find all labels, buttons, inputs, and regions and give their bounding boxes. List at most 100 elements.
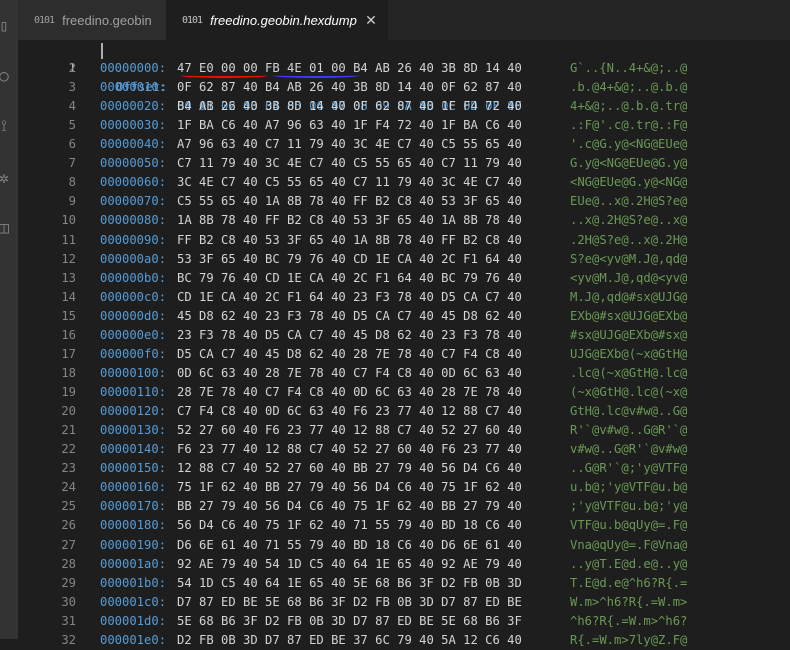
offset-address: 000000a0: bbox=[100, 251, 167, 266]
offset-address: 00000130: bbox=[100, 423, 167, 438]
line-number: 11 bbox=[61, 232, 76, 247]
tab-freedino-geobin-hexdump[interactable]: 0101 freedino.geobin.hexdump ✕ bbox=[166, 0, 388, 40]
hex-row: 24 00000160: 75 1F 62 40 BB 27 79 40 56 D4… bbox=[18, 478, 790, 497]
ascii-text: W.m>^h6?R{.=W.m> bbox=[570, 594, 688, 609]
offset-address: 00000040: bbox=[100, 137, 167, 152]
explorer-icon[interactable]: ▯ bbox=[0, 16, 14, 36]
offset-address: 00000140: bbox=[100, 442, 167, 457]
binary-file-icon: 0101 bbox=[34, 14, 55, 26]
line-number: 19 bbox=[61, 385, 76, 400]
line-number: 8 bbox=[68, 175, 76, 190]
search-icon[interactable]: ○ bbox=[0, 66, 14, 86]
ascii-text: ..x@.2H@S?e@..x@ bbox=[570, 213, 688, 228]
hex-row: 12 000000a0: 53 3F 65 40 BC 79 76 40 CD 1E… bbox=[18, 250, 790, 269]
offset-address: 000001b0: bbox=[100, 575, 167, 590]
line-number: 2 bbox=[68, 61, 76, 75]
hex-bytes: A7 96 63 40 C7 11 79 40 3C 4E C7 40 C5 5… bbox=[177, 137, 522, 152]
extensions-icon[interactable]: ◫ bbox=[0, 218, 14, 238]
ascii-text: G.y@<NG@EUe@G.y@ bbox=[570, 156, 688, 171]
hex-row: 9 00000070: C5 55 65 40 1A 8B 78 40 FF B2 … bbox=[18, 192, 790, 211]
ascii-text: #sx@UJG@EXb@#sx@ bbox=[570, 327, 688, 342]
ascii-text: R'`@v#w@..G@R'`@ bbox=[570, 423, 688, 438]
offset-address: 00000050: bbox=[100, 156, 167, 171]
line-number: 5 bbox=[68, 118, 76, 133]
offset-address: 000000d0: bbox=[100, 308, 167, 323]
line-number: 14 bbox=[61, 289, 76, 304]
offset-address: 000001a0: bbox=[100, 556, 167, 571]
hex-row: 28 000001a0: 92 AE 79 40 54 1D C5 40 64 1E… bbox=[18, 555, 790, 574]
hex-row: 25 00000170: BB 27 79 40 56 D4 C6 40 75 1F… bbox=[18, 497, 790, 516]
tab-freedino-geobin[interactable]: 0101 freedino.geobin bbox=[18, 0, 166, 40]
offset-address: 00000010: bbox=[100, 80, 167, 95]
hex-bytes: 92 AE 79 40 54 1D C5 40 64 1E 65 40 92 A… bbox=[177, 556, 522, 571]
ascii-text: '.c@G.y@<NG@EUe@ bbox=[570, 137, 688, 152]
offset-address: 00000080: bbox=[100, 213, 167, 228]
ascii-text: S?e@<yv@M.J@,qd@ bbox=[570, 251, 688, 266]
hex-row: 4 00000020: B4 AB 26 40 3B 8D 14 40 0F 62 … bbox=[18, 97, 790, 116]
ascii-text: .:F@'.c@.tr@.:F@ bbox=[570, 118, 688, 133]
hex-bytes: CD 1E CA 40 2C F1 64 40 23 F3 78 40 D5 C… bbox=[177, 289, 522, 304]
hex-row: 31 000001d0: 5E 68 B6 3F D2 FB 0B 3D D7 87… bbox=[18, 612, 790, 631]
line-number: 29 bbox=[61, 575, 76, 590]
ascii-text: VTF@u.b@qUy@=.F@ bbox=[570, 518, 688, 533]
hex-bytes: BC 79 76 40 CD 1E CA 40 2C F1 64 40 BC 7… bbox=[177, 270, 522, 285]
hex-bytes: D2 FB 0B 3D D7 87 ED BE 37 6C 79 40 5A 1… bbox=[177, 632, 522, 647]
ascii-text: <NG@EUe@G.y@<NG@ bbox=[570, 175, 688, 190]
hex-bytes: C5 55 65 40 1A 8B 78 40 FF B2 C8 40 53 3… bbox=[177, 194, 522, 209]
hex-bytes: 52 27 60 40 F6 23 77 40 12 88 C7 40 52 2… bbox=[177, 423, 522, 438]
line-number: 6 bbox=[68, 137, 76, 152]
offset-address: 000001c0: bbox=[100, 594, 167, 609]
offset-address: 00000110: bbox=[100, 385, 167, 400]
hex-bytes: D6 6E 61 40 71 55 79 40 BD 18 C6 40 D6 6… bbox=[177, 537, 522, 552]
ascii-text: .b.@4+&@;..@.b.@ bbox=[570, 80, 688, 95]
hex-bytes: 12 88 C7 40 52 27 60 40 BB 27 79 40 56 D… bbox=[177, 461, 522, 476]
hex-row: 30 000001c0: D7 87 ED BE 5E 68 B6 3F D2 FB… bbox=[18, 593, 790, 612]
hex-row: 15 000000d0: 45 D8 62 40 23 F3 78 40 D5 CA… bbox=[18, 307, 790, 326]
hex-row: 8 00000060: 3C 4E C7 40 C5 55 65 40 C7 11 … bbox=[18, 173, 790, 192]
ascii-text: .2H@S?e@..x@.2H@ bbox=[570, 232, 688, 247]
line-number: 3 bbox=[68, 80, 76, 95]
hex-bytes: D7 87 ED BE 5E 68 B6 3F D2 FB 0B 3D D7 8… bbox=[177, 594, 522, 609]
offset-address: 00000060: bbox=[100, 175, 167, 190]
line-number: 17 bbox=[61, 346, 76, 361]
hex-row: 10 00000080: 1A 8B 78 40 FF B2 C8 40 53 3F… bbox=[18, 211, 790, 230]
line-number: 26 bbox=[61, 518, 76, 533]
header-row: 1 Offset: 00 01 02 03 04 05 06 07 08 09 … bbox=[18, 40, 790, 113]
offset-address: 00000090: bbox=[100, 232, 167, 247]
line-number: 28 bbox=[61, 556, 76, 571]
hex-row: 19 00000110: 28 7E 78 40 C7 F4 C8 40 0D 6C… bbox=[18, 383, 790, 402]
hex-bytes: 47 E0 00 00 FB 4E 01 00 B4 AB 26 40 3B 8… bbox=[177, 61, 522, 75]
source-control-icon[interactable]: ⟟ bbox=[0, 116, 14, 136]
ascii-text: Vna@qUy@=.F@Vna@ bbox=[570, 537, 688, 552]
line-number: 16 bbox=[61, 327, 76, 342]
hex-bytes: 0F 62 87 40 B4 AB 26 40 3B 8D 14 40 0F 6… bbox=[177, 80, 522, 95]
offset-address: 000000f0: bbox=[100, 346, 167, 361]
hex-row: 22 00000140: F6 23 77 40 12 88 C7 40 52 27… bbox=[18, 440, 790, 459]
offset-address: 00000070: bbox=[100, 194, 167, 209]
line-number: 15 bbox=[61, 308, 76, 323]
hex-row: 3 00000010: 0F 62 87 40 B4 AB 26 40 3B 8D … bbox=[18, 78, 790, 97]
hex-row: 6 00000040: A7 96 63 40 C7 11 79 40 3C 4E … bbox=[18, 135, 790, 154]
line-number: 13 bbox=[61, 270, 76, 285]
hex-bytes: F6 23 77 40 12 88 C7 40 52 27 60 40 F6 2… bbox=[177, 442, 522, 457]
line-number: 10 bbox=[61, 213, 76, 228]
hex-bytes: 56 D4 C6 40 75 1F 62 40 71 55 79 40 BD 1… bbox=[177, 518, 522, 533]
line-number: 27 bbox=[61, 537, 76, 552]
hex-row: 20 00000120: C7 F4 C8 40 0D 6C 63 40 F6 23… bbox=[18, 402, 790, 421]
hexdump-editor[interactable]: 1 Offset: 00 01 02 03 04 05 06 07 08 09 … bbox=[18, 40, 790, 647]
hex-row: 32 000001e0: D2 FB 0B 3D D7 87 ED BE 37 6C… bbox=[18, 631, 790, 650]
hex-bytes: 3C 4E C7 40 C5 55 65 40 C7 11 79 40 3C 4… bbox=[177, 175, 522, 190]
line-number: 21 bbox=[61, 423, 76, 438]
offset-address: 00000120: bbox=[100, 404, 167, 419]
close-icon[interactable]: ✕ bbox=[362, 11, 380, 29]
hex-bytes: 1F BA C6 40 A7 96 63 40 1F F4 72 40 1F B… bbox=[177, 118, 522, 133]
offset-address: 000000e0: bbox=[100, 327, 167, 342]
hex-row: 27 00000190: D6 6E 61 40 71 55 79 40 BD 18… bbox=[18, 536, 790, 555]
ascii-text: T.E@d.e@^h6?R{.= bbox=[570, 575, 688, 590]
ascii-text: (~x@GtH@.lc@(~x@ bbox=[570, 385, 688, 400]
ascii-text: ..y@T.E@d.e@..y@ bbox=[570, 556, 688, 571]
hex-bytes: C7 F4 C8 40 0D 6C 63 40 F6 23 77 40 12 8… bbox=[177, 404, 522, 419]
line-number: 4 bbox=[68, 99, 76, 114]
debug-icon[interactable]: ✲ bbox=[0, 168, 14, 188]
hex-row: 2 00000000: 47 E0 00 00 FB 4E 01 00 B4 AB … bbox=[18, 59, 790, 78]
